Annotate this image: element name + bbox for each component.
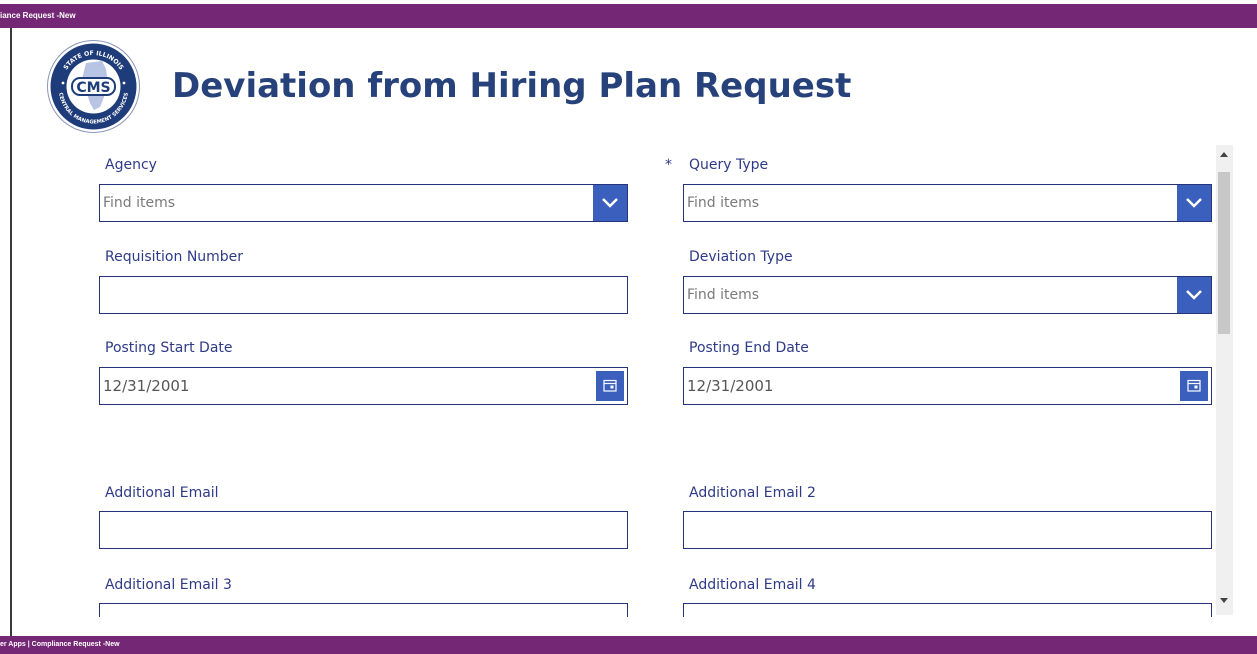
window-title: iance Request -New (0, 11, 76, 20)
chevron-down-icon[interactable] (1177, 277, 1211, 313)
posting-end-date-label: Posting End Date (689, 340, 809, 356)
posting-start-date-label: Posting Start Date (105, 340, 233, 356)
calendar-icon[interactable] (1180, 371, 1208, 401)
left-border (10, 28, 12, 636)
posting-end-date-value: 12/31/2001 (687, 377, 774, 395)
posting-start-date-value: 12/31/2001 (103, 377, 190, 395)
agency-label: Agency (105, 157, 157, 173)
svg-text:CMS: CMS (76, 80, 110, 96)
agency-placeholder: Find items (103, 195, 176, 211)
deviation-type-dropdown[interactable]: Find items (683, 276, 1212, 314)
query-type-label: Query Type (689, 157, 769, 173)
deviation-type-label: Deviation Type (689, 249, 793, 265)
requisition-number-input[interactable] (99, 276, 628, 314)
chevron-down-icon[interactable] (593, 185, 627, 221)
required-marker: * (665, 157, 672, 173)
title-bar: iance Request -New (0, 4, 1257, 28)
additional-email-3-label: Additional Email 3 (105, 577, 232, 593)
additional-email-4-label: Additional Email 4 (689, 577, 816, 593)
scroll-down-arrow-icon[interactable] (1220, 598, 1228, 603)
posting-end-date-input[interactable]: 12/31/2001 (683, 367, 1212, 405)
calendar-icon[interactable] (596, 371, 624, 401)
additional-email-4-input[interactable] (683, 603, 1212, 617)
additional-email-label: Additional Email (105, 485, 219, 501)
deviation-type-placeholder: Find items (687, 287, 760, 303)
status-bar: er Apps | Compliance Request -New (0, 636, 1257, 654)
scrollbar-thumb[interactable] (1218, 172, 1230, 334)
requisition-number-label: Requisition Number (105, 249, 244, 265)
posting-start-date-input[interactable]: 12/31/2001 (99, 367, 628, 405)
additional-email-2-input[interactable] (683, 511, 1212, 549)
taskbar-title: er Apps | Compliance Request -New (0, 641, 120, 648)
additional-email-input[interactable] (99, 511, 628, 549)
scroll-up-arrow-icon[interactable] (1220, 152, 1228, 157)
query-type-dropdown[interactable]: Find items (683, 184, 1212, 222)
page-title: Deviation from Hiring Plan Request (172, 66, 852, 106)
chevron-down-icon[interactable] (1177, 185, 1211, 221)
agency-dropdown[interactable]: Find items (99, 184, 628, 222)
query-type-placeholder: Find items (687, 195, 760, 211)
cms-seal-icon: CMS STATE OF ILLINOIS CENTRAL MANAGEMENT… (46, 39, 141, 134)
additional-email-3-input[interactable] (99, 603, 628, 617)
additional-email-2-label: Additional Email 2 (689, 485, 816, 501)
